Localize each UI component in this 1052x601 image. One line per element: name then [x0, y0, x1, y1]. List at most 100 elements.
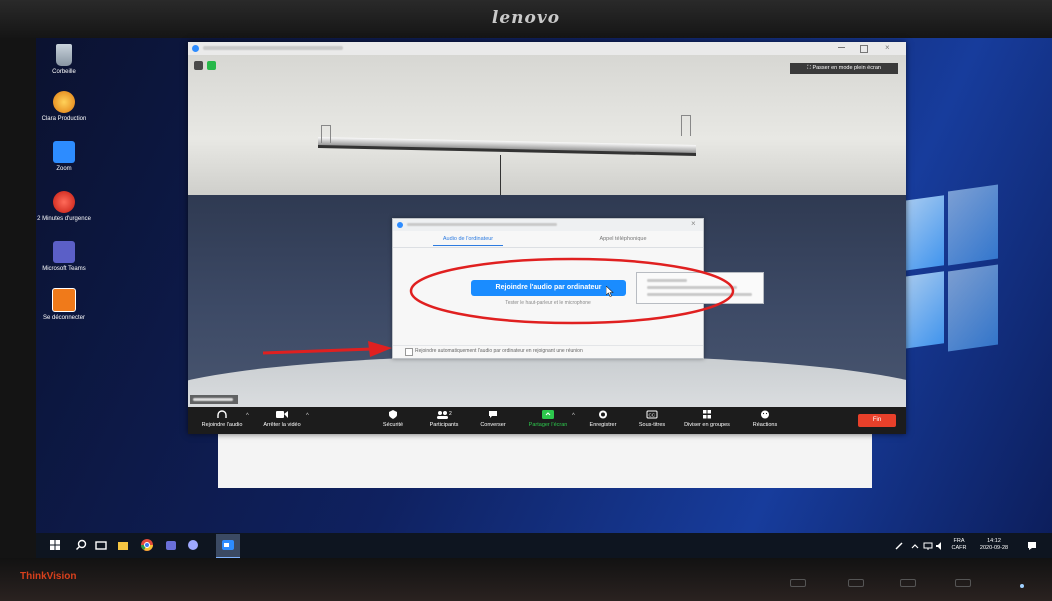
desktop-icon-label: Se déconnecter [42, 315, 86, 321]
minimize-button[interactable] [838, 47, 845, 48]
participants-count: 2 [449, 411, 452, 417]
task-view-icon[interactable] [94, 538, 108, 552]
breakout-rooms-button[interactable]: Diviser en groupes [677, 410, 737, 428]
close-button[interactable]: × [885, 43, 890, 52]
auto-join-checkbox[interactable] [405, 348, 413, 356]
reactions-icon [761, 410, 769, 419]
video-options-chevron-icon[interactable]: ^ [306, 413, 309, 419]
monitor-button[interactable] [790, 579, 806, 587]
captions-button[interactable]: CC Sous-titres [622, 410, 682, 428]
breakout-label: Diviser en groupes [684, 422, 730, 428]
zoom-icon [192, 45, 199, 52]
zoom-title-bar[interactable]: × [188, 42, 906, 55]
end-meeting-button[interactable]: Fin [858, 414, 896, 427]
participant-name-label [190, 395, 238, 404]
notification-icon[interactable] [1026, 540, 1038, 552]
tooltip-text-line [647, 286, 737, 289]
tooltip-text-line [647, 293, 752, 296]
search-icon[interactable] [74, 538, 88, 552]
recycle-bin-icon [56, 44, 72, 66]
join-computer-audio-button[interactable]: Rejoindre l'audio par ordinateur [471, 280, 626, 296]
dialog-footer-divider [393, 345, 703, 346]
active-tab-underline [433, 245, 503, 246]
record-label: Enregistrer [589, 422, 617, 428]
chat-button[interactable]: Converser [463, 410, 523, 428]
clock[interactable]: 14:12 2020-09-28 [974, 538, 1014, 552]
join-audio-button[interactable]: Rejoindre l'audio [192, 410, 252, 428]
wallpaper-logo-pane [904, 271, 944, 349]
dialog-title-bar[interactable]: × [393, 219, 703, 231]
zoom-icon [53, 141, 75, 163]
mouse-cursor-icon [606, 286, 614, 297]
shield-icon [389, 410, 397, 419]
time-label: 14:12 [987, 538, 1001, 544]
volume-icon[interactable] [935, 541, 945, 551]
encryption-shield-icon[interactable] [207, 61, 216, 70]
chat-label: Converser [480, 422, 506, 428]
tooltip-popup [636, 272, 764, 304]
participant-name-text [193, 398, 233, 401]
desktop-icon-recycle-bin[interactable]: Corbeille [36, 44, 95, 76]
auto-join-label: Rejoindre automatiquement l'audio par or… [415, 348, 583, 354]
audio-options-chevron-icon[interactable]: ^ [246, 413, 249, 419]
participants-icon: 2 [437, 411, 452, 419]
wallpaper-logo-pane [948, 264, 998, 352]
pen-icon[interactable] [894, 541, 904, 551]
cc-icon: CC [646, 410, 658, 419]
close-icon[interactable]: × [691, 219, 696, 228]
desktop-icon-logout[interactable]: Se déconnecter [36, 288, 95, 322]
headphones-icon [217, 410, 227, 418]
reactions-button[interactable]: Réactions [735, 410, 795, 428]
join-audio-label: Rejoindre l'audio [201, 422, 243, 428]
monitor-button[interactable] [955, 579, 971, 587]
start-icon[interactable] [48, 538, 62, 552]
desktop-icon-label: 2 Minutes d'urgence [37, 216, 91, 222]
language-label: FRA [953, 538, 965, 544]
background-window [218, 432, 872, 488]
taskbar-zoom-active[interactable] [216, 534, 240, 558]
tab-divider [393, 247, 703, 248]
teams-icon[interactable] [164, 538, 178, 552]
desktop-icon-urgence[interactable]: 2 Minutes d'urgence [36, 191, 95, 223]
network-icon[interactable] [923, 541, 933, 551]
projector-bracket [321, 125, 331, 143]
desktop-icon-label: Clara Production [41, 116, 87, 122]
maximize-button[interactable] [860, 45, 868, 53]
share-screen-label: Partager l'écran [528, 422, 568, 428]
desktop-icon-zoom[interactable]: Zoom [36, 141, 95, 173]
meeting-info-icon[interactable] [194, 61, 203, 70]
stop-video-button[interactable]: Arrêter la vidéo [252, 410, 312, 428]
wallpaper-logo-pane [948, 184, 998, 266]
taskbar: FRA CAFR 14:12 2020-09-28 [36, 533, 1052, 558]
participants-label: Participants [429, 422, 459, 428]
tab-computer-audio[interactable]: Audio de l'ordinateur [413, 236, 523, 242]
fullscreen-button[interactable]: ⛶ Passer en mode plein écran [790, 63, 898, 74]
desktop-icon-clara[interactable]: Clara Production [36, 91, 95, 123]
meeting-toolbar: Rejoindre l'audio ^ Arrêter la vidéo ^ S… [188, 407, 906, 434]
window-title-text [203, 46, 343, 50]
chrome-icon[interactable] [140, 538, 154, 552]
monitor-model-label: ThinkVision [20, 571, 77, 582]
zoom-icon [397, 222, 403, 228]
desktop-icon-label: Microsoft Teams [42, 266, 86, 272]
chevron-up-icon[interactable] [910, 541, 920, 551]
desktop-icon-label: Corbeille [52, 69, 76, 75]
tab-phone-call[interactable]: Appel téléphonique [568, 236, 678, 242]
language-indicator[interactable]: FRA CAFR [948, 538, 970, 552]
reactions-label: Réactions [752, 422, 778, 428]
alarm-icon [53, 191, 75, 213]
date-label: 2020-09-28 [979, 545, 1009, 551]
monitor-button[interactable] [900, 579, 916, 587]
stop-video-label: Arrêter la vidéo [263, 422, 301, 428]
share-screen-button[interactable]: Partager l'écran [518, 410, 578, 428]
share-screen-icon [542, 410, 554, 419]
pinned-app-icon[interactable] [186, 538, 200, 552]
monitor-bottom-bezel [0, 558, 1052, 601]
test-speaker-mic-link[interactable]: Tester le haut-parleur et le microphone [453, 300, 643, 306]
dialog-title-text [407, 223, 557, 226]
monitor-brand-logo: lenovo [491, 8, 561, 28]
desktop-icon-teams[interactable]: Microsoft Teams [36, 241, 95, 273]
desktop-icon-label: Zoom [56, 166, 72, 172]
monitor-button[interactable] [848, 579, 864, 587]
file-explorer-icon[interactable] [116, 538, 130, 552]
